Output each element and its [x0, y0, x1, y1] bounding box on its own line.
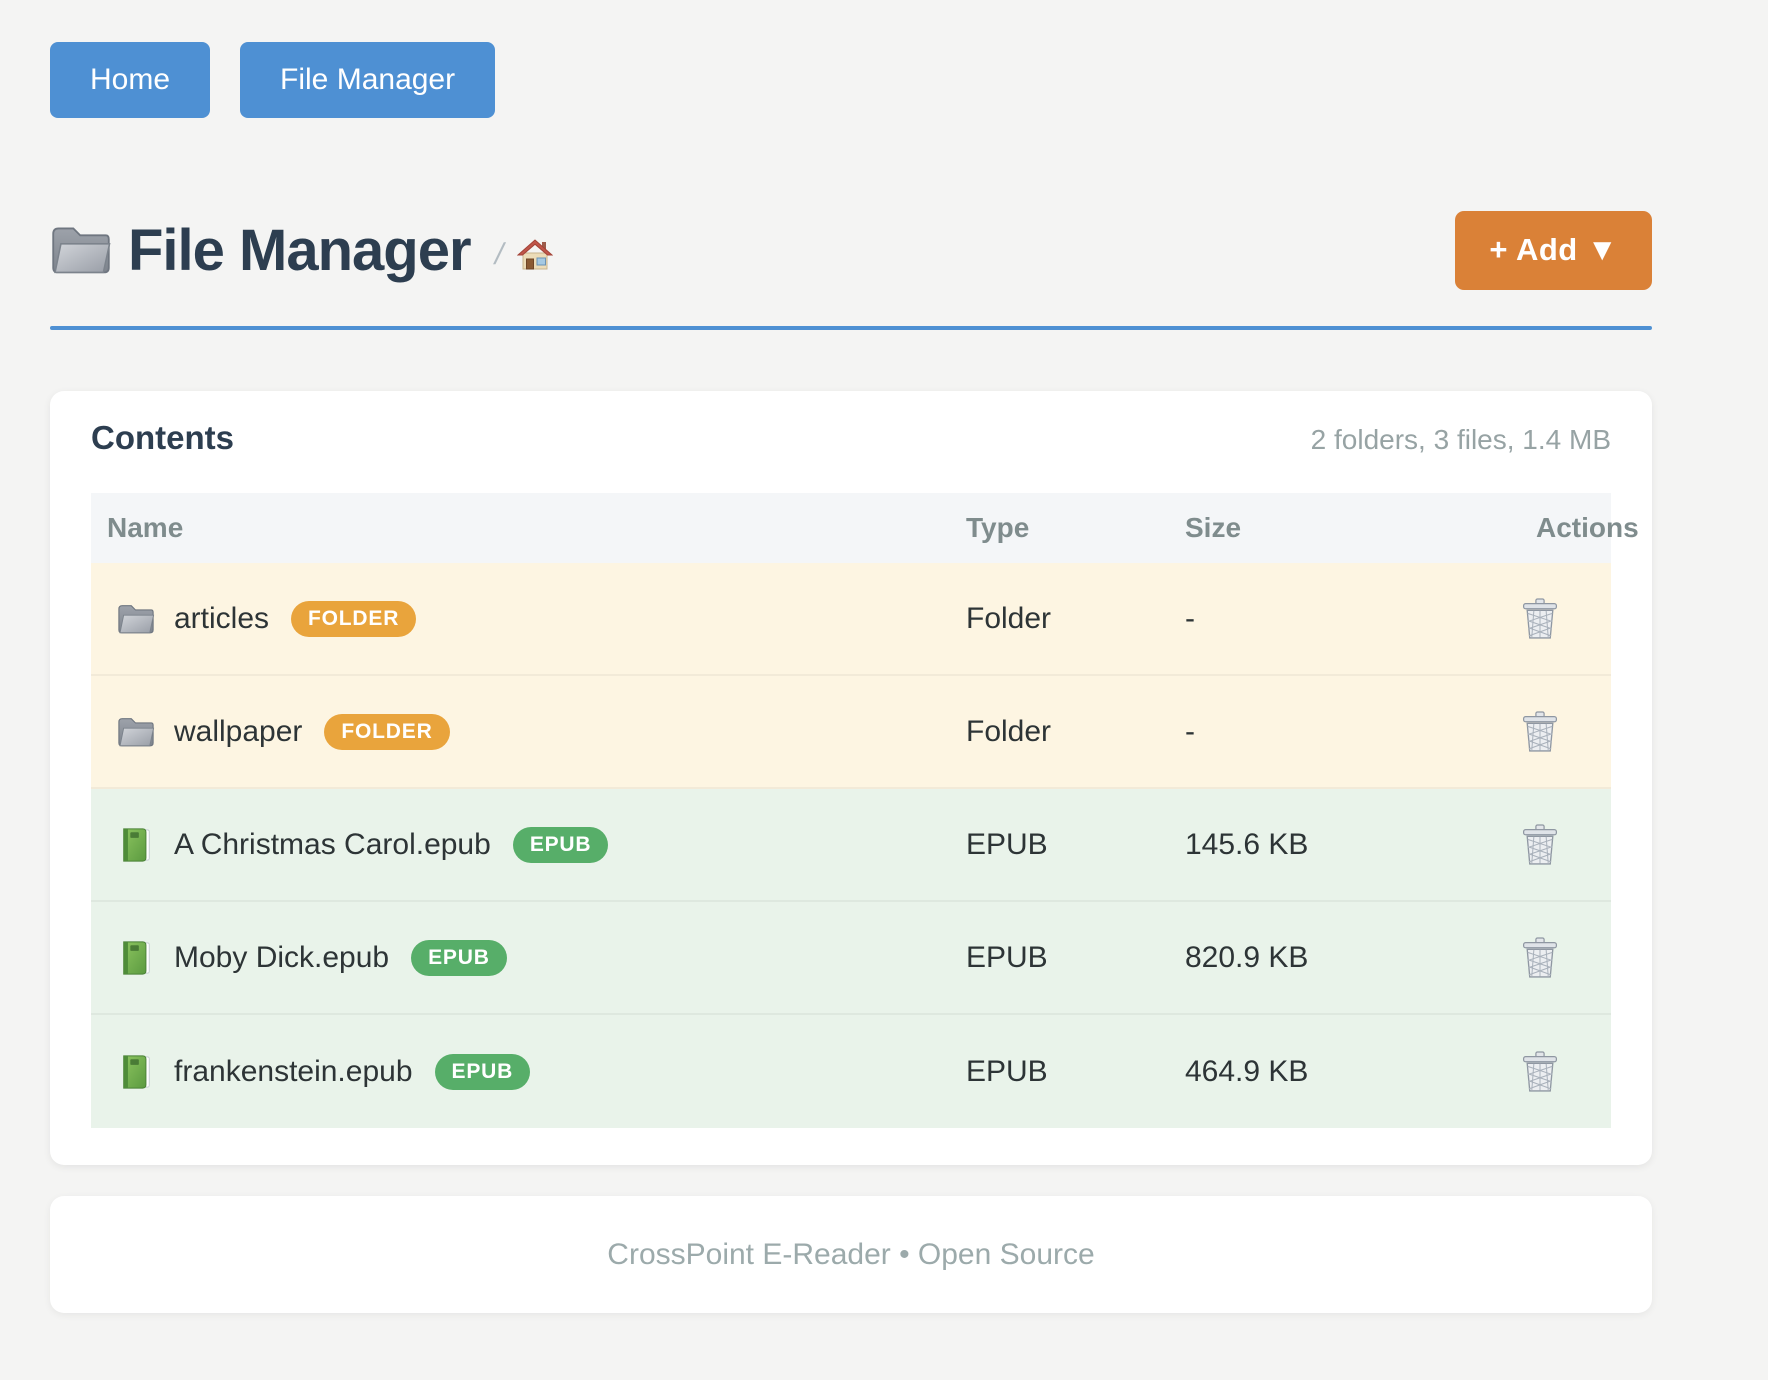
column-header-actions: Actions [1468, 512, 1639, 544]
type-badge: FOLDER [291, 601, 416, 637]
book-icon [117, 827, 155, 863]
trash-icon [1521, 937, 1559, 979]
breadcrumb-home-link[interactable] [517, 237, 553, 271]
delete-button[interactable] [1521, 598, 1559, 640]
type-badge: EPUB [435, 1054, 531, 1090]
folder-icon [117, 714, 155, 750]
book-icon [117, 940, 155, 976]
table-row[interactable]: Moby Dick.epub EPUB EPUB 820.9 KB [91, 902, 1611, 1015]
type-badge: EPUB [411, 940, 507, 976]
type-cell: Folder [966, 715, 1185, 749]
delete-button[interactable] [1521, 824, 1559, 866]
card-header: Contents 2 folders, 3 files, 1.4 MB [91, 419, 1611, 461]
delete-button[interactable] [1521, 711, 1559, 753]
type-cell: EPUB [966, 828, 1185, 862]
delete-button[interactable] [1521, 937, 1559, 979]
table-row[interactable]: wallpaper FOLDER Folder - [91, 676, 1611, 789]
column-header-size: Size [1185, 512, 1468, 544]
table-header-row: Name Type Size Actions [91, 493, 1611, 563]
page-header: File Manager / + Add ▼ [50, 210, 1652, 290]
contents-summary: 2 folders, 3 files, 1.4 MB [1311, 424, 1611, 456]
folder-icon [117, 601, 155, 637]
breadcrumb-separator: / [491, 238, 507, 272]
column-header-name: Name [91, 512, 966, 544]
folder-icon [50, 223, 112, 277]
page: Home File Manager File Manager / + Add ▼… [50, 0, 1652, 1313]
type-badge: EPUB [513, 827, 609, 863]
book-icon [117, 1054, 155, 1090]
trash-icon [1521, 1051, 1559, 1093]
contents-card: Contents 2 folders, 3 files, 1.4 MB Name… [50, 391, 1652, 1165]
card-title: Contents [91, 419, 234, 457]
add-button[interactable]: + Add ▼ [1455, 211, 1652, 290]
file-name-link[interactable]: Moby Dick.epub [174, 941, 389, 975]
type-badge: FOLDER [324, 714, 449, 750]
top-nav: Home File Manager [50, 0, 1652, 118]
home-icon [517, 237, 553, 271]
size-cell: 820.9 KB [1185, 941, 1468, 975]
file-name-link[interactable]: wallpaper [174, 715, 302, 749]
type-cell: EPUB [966, 1055, 1185, 1089]
file-name-link[interactable]: articles [174, 602, 269, 636]
size-cell: 145.6 KB [1185, 828, 1468, 862]
page-title: File Manager [128, 217, 471, 284]
table-row[interactable]: frankenstein.epub EPUB EPUB 464.9 KB [91, 1015, 1611, 1128]
file-table: Name Type Size Actions articles FOLDER F… [91, 493, 1611, 1128]
footer: CrossPoint E-Reader • Open Source [50, 1196, 1652, 1313]
table-row[interactable]: A Christmas Carol.epub EPUB EPUB 145.6 K… [91, 789, 1611, 902]
size-cell: - [1185, 602, 1468, 636]
file-name-link[interactable]: frankenstein.epub [174, 1055, 413, 1089]
trash-icon [1521, 711, 1559, 753]
column-header-type: Type [966, 512, 1185, 544]
delete-button[interactable] [1521, 1051, 1559, 1093]
file-manager-button[interactable]: File Manager [240, 42, 495, 118]
table-body: articles FOLDER Folder - wallpaper FOLDE… [91, 563, 1611, 1128]
header-divider [50, 326, 1652, 330]
table-row[interactable]: articles FOLDER Folder - [91, 563, 1611, 676]
trash-icon [1521, 598, 1559, 640]
type-cell: EPUB [966, 941, 1185, 975]
type-cell: Folder [966, 602, 1185, 636]
footer-text: CrossPoint E-Reader • Open Source [607, 1238, 1094, 1272]
file-name-link[interactable]: A Christmas Carol.epub [174, 828, 491, 862]
size-cell: - [1185, 715, 1468, 749]
size-cell: 464.9 KB [1185, 1055, 1468, 1089]
home-button[interactable]: Home [50, 42, 210, 118]
trash-icon [1521, 824, 1559, 866]
